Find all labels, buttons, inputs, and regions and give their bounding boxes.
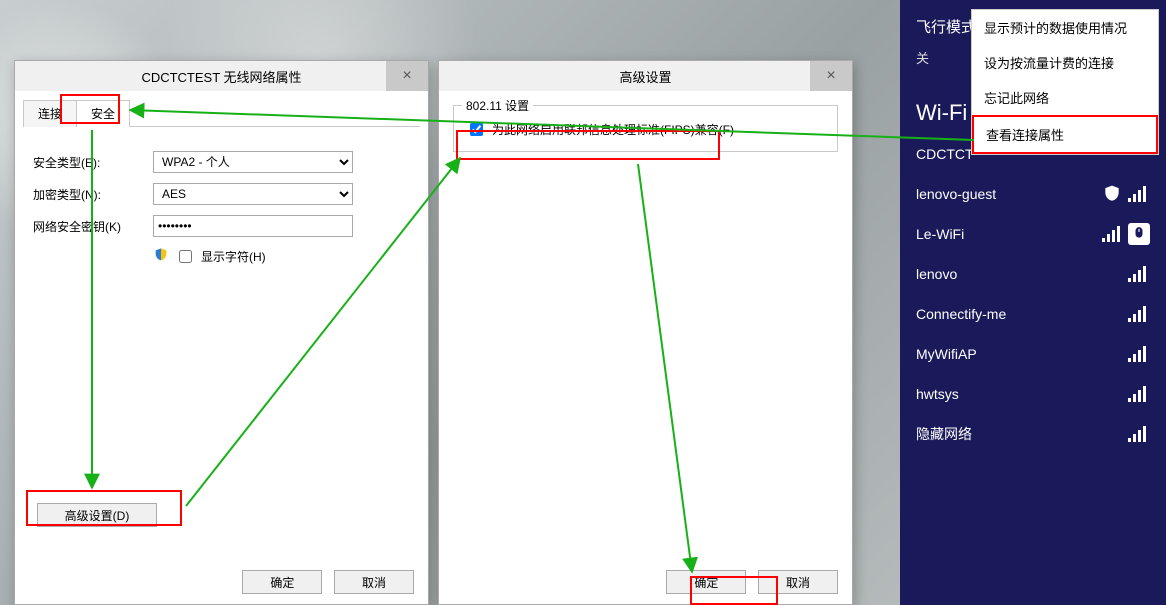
network-item-lenovo[interactable]: lenovo: [900, 254, 1166, 294]
fips-label: 为此网络启用联邦信息处理标准(FIPS)兼容(F): [492, 121, 734, 138]
ok-button[interactable]: 确定: [666, 570, 746, 594]
label-encryption: 加密类型(N):: [33, 186, 153, 203]
dialog-title: CDCTCTEST 无线网络属性: [141, 67, 301, 86]
menu-view-connection-properties[interactable]: 查看连接属性: [972, 115, 1158, 154]
label-security-type: 安全类型(E):: [33, 154, 153, 171]
signal-icon: [1128, 426, 1150, 442]
signal-icon: [1128, 266, 1150, 282]
network-name: lenovo-guest: [916, 186, 996, 202]
show-characters-checkbox[interactable]: [179, 250, 192, 263]
signal-icon: [1128, 346, 1150, 362]
cancel-button[interactable]: 取消: [334, 570, 414, 594]
group-80211-title: 802.11 设置: [462, 97, 533, 114]
cancel-button[interactable]: 取消: [758, 570, 838, 594]
menu-set-metered[interactable]: 设为按流量计费的连接: [972, 45, 1158, 80]
network-name: 隐藏网络: [916, 424, 972, 444]
menu-forget-network[interactable]: 忘记此网络: [972, 80, 1158, 115]
network-name: Le-WiFi: [916, 226, 964, 242]
limited-icon: [1128, 223, 1150, 245]
signal-icon: [1128, 306, 1150, 322]
close-icon[interactable]: ×: [810, 61, 852, 91]
network-charms-panel: 飞行模式 关 显示预计的数据使用情况 设为按流量计费的连接 忘记此网络 查看连接…: [900, 0, 1166, 605]
shield-icon: [1102, 184, 1122, 204]
dialog-title: 高级设置: [619, 67, 671, 86]
signal-icon: [1128, 186, 1150, 202]
network-item-hwtsys[interactable]: hwtsys: [900, 374, 1166, 414]
signal-icon: [1128, 386, 1150, 402]
close-icon[interactable]: ×: [386, 61, 428, 91]
uac-shield-icon: [153, 247, 169, 266]
network-item-lenovo-guest[interactable]: lenovo-guest: [900, 174, 1166, 214]
network-context-menu: 显示预计的数据使用情况 设为按流量计费的连接 忘记此网络 查看连接属性: [971, 9, 1159, 155]
tab-connect[interactable]: 连接: [23, 100, 77, 127]
network-name: CDCTCT: [916, 146, 974, 162]
network-item-hidden[interactable]: 隐藏网络: [900, 414, 1166, 454]
menu-show-usage[interactable]: 显示预计的数据使用情况: [972, 10, 1158, 45]
advanced-settings-dialog: 高级设置 × 802.11 设置 为此网络启用联邦信息处理标准(FIPS)兼容(…: [438, 60, 853, 605]
network-name: lenovo: [916, 266, 957, 282]
tab-security[interactable]: 安全: [76, 100, 130, 127]
network-key-input[interactable]: [153, 215, 353, 237]
network-name: MyWifiAP: [916, 346, 977, 362]
network-item-mywifiap[interactable]: MyWifiAP: [900, 334, 1166, 374]
network-item-le-wifi[interactable]: Le-WiFi: [900, 214, 1166, 254]
airplane-mode-label: 飞行模式: [916, 16, 976, 37]
network-name: Connectify-me: [916, 306, 1006, 322]
label-network-key: 网络安全密钥(K): [33, 218, 153, 235]
ok-button[interactable]: 确定: [242, 570, 322, 594]
encryption-select[interactable]: AES: [153, 183, 353, 205]
wireless-properties-dialog: CDCTCTEST 无线网络属性 × 连接 安全 安全类型(E): WPA2 -…: [14, 60, 429, 605]
security-type-select[interactable]: WPA2 - 个人: [153, 151, 353, 173]
fips-checkbox[interactable]: [470, 123, 483, 136]
show-characters-label: 显示字符(H): [201, 248, 266, 265]
airplane-mode-state: 关: [916, 48, 929, 67]
network-name: hwtsys: [916, 386, 959, 402]
signal-icon: [1102, 226, 1124, 242]
network-item-connectify-me[interactable]: Connectify-me: [900, 294, 1166, 334]
advanced-settings-button[interactable]: 高级设置(D): [37, 503, 157, 527]
